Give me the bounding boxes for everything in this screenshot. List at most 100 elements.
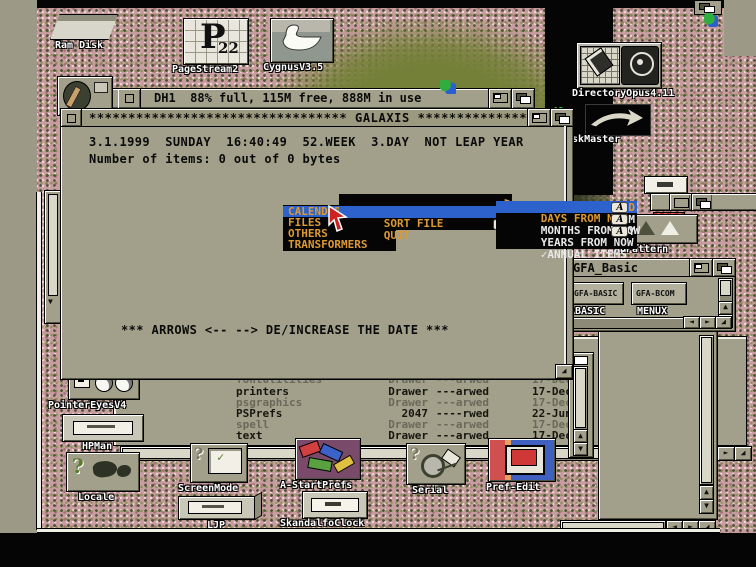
zoom-gadget[interactable]	[527, 109, 550, 126]
left-window-border	[36, 192, 42, 530]
ljp-icon[interactable]	[176, 491, 262, 521]
background-window[interactable]: ▲ ▼	[598, 330, 718, 520]
window-bottom-border	[37, 528, 720, 533]
menu-item-years-from-now[interactable]: YEARS FROM NOW AY	[496, 225, 637, 249]
amiga-key-icon: A	[611, 202, 629, 213]
wbpattern-icon[interactable]	[630, 214, 698, 244]
menu-item-label: QUIT	[383, 229, 411, 242]
directory-opus-icon[interactable]	[576, 42, 662, 89]
scroll-up-button[interactable]: ▲	[573, 429, 588, 443]
depth-gadget[interactable]	[712, 259, 735, 276]
gfa-vscroll-thumb[interactable]	[720, 280, 731, 296]
locale-label: Locale	[78, 492, 115, 503]
close-icon	[125, 94, 134, 103]
vscroll-thumb[interactable]	[701, 337, 712, 483]
amiga-key-icon: A	[611, 226, 629, 237]
gfa-basic-window[interactable]: GFA_Basic GFA-BASIC GFA-BCOM ABASIC MENU…	[566, 258, 736, 332]
skandalfoclock-icon[interactable]	[302, 491, 368, 519]
ram-disk-icon[interactable]	[48, 12, 120, 42]
tool-shape	[307, 456, 333, 473]
scroll-up-button[interactable]: ▲	[718, 301, 733, 315]
scroll-right-button[interactable]: ►	[717, 446, 735, 461]
background-window-titlebar[interactable]	[650, 193, 756, 211]
hpman-icon[interactable]	[62, 414, 144, 442]
scroll-down-button[interactable]: ▼	[699, 499, 714, 514]
menu-item-days-from-now[interactable]: DAYS FROM NOW AD	[496, 201, 637, 225]
screenmode-icon[interactable]: ? ✓	[190, 443, 248, 483]
printer-slot	[202, 505, 224, 508]
scroll-right-button[interactable]: ►	[699, 316, 716, 329]
galaxis-title: ********************************* GALAXI…	[89, 111, 528, 125]
gfa-basic-button-label: GFA-BASIC	[574, 289, 618, 298]
galaxis-message-line: *** ARROWS <-- --> DE/INCREASE THE DATE …	[121, 323, 449, 337]
gfa-titlebar[interactable]: GFA_Basic	[567, 259, 735, 277]
lcd-text-area	[325, 502, 341, 506]
swoosh-arrow-icon	[589, 106, 646, 129]
diskmaster-icon[interactable]	[585, 104, 651, 136]
menu-panel-date: DAYS FROM NOW AD MONTHS FROM NOW AM YEAR…	[496, 201, 640, 261]
world-map-icon	[117, 465, 131, 477]
abasic-label: ABASIC	[569, 306, 606, 317]
pattern-triangle	[661, 221, 679, 235]
mouse-pointer	[328, 205, 349, 233]
depth-gadget[interactable]	[691, 194, 712, 210]
gfa-hscroll-track[interactable]	[570, 317, 684, 329]
window-glyph	[94, 82, 108, 93]
depth-icon-front	[721, 266, 732, 274]
fragment-vscroll-track[interactable]	[573, 366, 588, 430]
depth-icon-front	[559, 116, 570, 124]
file-flags: ---arwed	[436, 429, 489, 442]
dh1-window-titlebar[interactable]: DH1 88% full, 115M free, 888M in use	[105, 88, 535, 109]
pagestream-logo-22: 22	[218, 39, 239, 57]
printer-side	[254, 491, 262, 521]
astartprefs-icon[interactable]	[295, 438, 361, 480]
serial-icon[interactable]: ?	[406, 443, 466, 485]
gfa-bcom-button-label: GFA-BCOM	[636, 289, 675, 298]
scroll-up-button[interactable]: ▲	[699, 485, 714, 500]
screen-top-bar	[0, 0, 756, 8]
galaxis-items-line: Number of items: 0 out of 0 bytes	[89, 152, 341, 166]
galaxis-titlebar[interactable]: ********************************* GALAXI…	[61, 109, 573, 127]
ram-disk-label: Ram Disk	[55, 40, 104, 51]
gfa-bcom-button[interactable]: GFA-BCOM	[631, 282, 687, 305]
menu-item-label: ANNUAL ITEMS	[547, 248, 627, 261]
cygnus-label: CygnusV3.5	[263, 62, 324, 73]
menu-item-quit[interactable]: QUIT A	[339, 218, 512, 242]
directory-opus-label: DirectoryOpus4.11	[572, 88, 675, 99]
depth-gadget[interactable]	[550, 109, 573, 126]
zoom-icon	[674, 198, 689, 208]
screen-right-column	[724, 0, 756, 56]
gfa-vscroll-track[interactable]	[718, 278, 733, 302]
depth-gadget[interactable]	[511, 89, 534, 108]
vscroll-track[interactable]	[699, 335, 714, 485]
galaxis-date-line: 3.1.1999 SUNDAY 16:40:49 52.WEEK 3.DAY N…	[89, 135, 524, 149]
question-mark-icon: ?	[194, 444, 204, 463]
zoom-gadget[interactable]	[488, 89, 511, 108]
prefedit-icon[interactable]	[488, 438, 556, 482]
zoom-gadget[interactable]	[689, 259, 712, 276]
close-gadget[interactable]	[118, 89, 141, 108]
astartprefs-label: A-StartPrefs	[280, 480, 353, 491]
resize-gadget[interactable]: ◢	[734, 446, 752, 461]
menu-item-sort-file[interactable]: SORT FILE	[339, 206, 512, 230]
close-icon	[67, 114, 76, 123]
close-gadget[interactable]	[61, 109, 82, 126]
monitor-screen	[511, 449, 537, 466]
locale-icon[interactable]: ?	[66, 452, 140, 492]
resize-gadget[interactable]: ◢	[555, 364, 573, 379]
tool-shape	[298, 439, 322, 459]
pagestream-icon[interactable]: P 22	[183, 17, 249, 65]
scroll-down-button[interactable]: ▼	[573, 442, 588, 456]
menu-item-annual-items[interactable]: ✓ANNUAL ITEMS	[496, 237, 637, 261]
cygnus-icon[interactable]	[270, 18, 334, 63]
scroll-track	[48, 194, 58, 296]
menu-item-months-from-now[interactable]: MONTHS FROM NOW AM	[496, 213, 640, 237]
zoom-gadget[interactable]	[669, 194, 690, 210]
resize-gadget[interactable]: ◢	[715, 316, 732, 329]
gfa-basic-button[interactable]: GFA-BASIC	[570, 282, 624, 305]
fragment-vscroll-thumb[interactable]	[575, 368, 586, 428]
scroll-left-button[interactable]: ◄	[683, 316, 700, 329]
scroll-down-icon[interactable]: ▼	[48, 297, 53, 306]
menu-item-date[interactable]: DATE ►	[339, 194, 512, 218]
depth-icon	[574, 356, 588, 365]
